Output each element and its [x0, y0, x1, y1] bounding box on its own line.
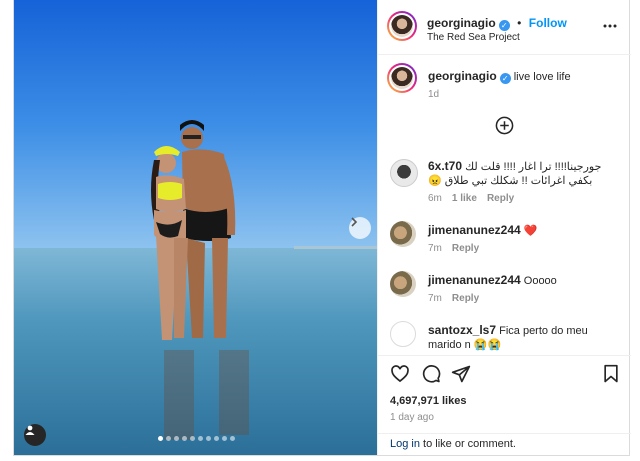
carousel-dot	[166, 436, 171, 441]
login-prompt-text: to like or comment.	[419, 438, 516, 450]
caption-avatar[interactable]	[387, 63, 417, 93]
load-more-icon	[495, 116, 514, 135]
carousel-dots	[158, 436, 235, 441]
login-link[interactable]: Log in	[390, 438, 420, 450]
author-username[interactable]: georginagio	[427, 16, 496, 30]
commenter-avatar[interactable]	[390, 221, 416, 247]
reply-button[interactable]: Reply	[452, 243, 479, 254]
carousel-dot	[158, 436, 163, 441]
post-dialog: georginagio ✓ • Follow The Red Sea Projec…	[13, 0, 631, 456]
carousel-dot	[190, 436, 195, 441]
comment-username[interactable]: santozx_ls7	[428, 323, 496, 337]
likes-count[interactable]: 4,697,971 likes	[390, 395, 466, 407]
post-photo[interactable]	[14, 0, 377, 455]
comment-icon	[422, 365, 441, 383]
carousel-next-button[interactable]	[349, 217, 371, 239]
heart-icon	[391, 365, 409, 383]
comment-row: jimenanunez244 ❤️ 7m Reply	[378, 221, 631, 257]
comment-row: santozx_ls7 Fica perto do meu marido n 😭…	[378, 321, 631, 355]
comment-text: ❤️	[523, 225, 538, 237]
carousel-dot	[214, 436, 219, 441]
verified-icon: ✓	[498, 20, 510, 31]
caption-row: georginagio ✓ live love life 1d	[378, 63, 631, 103]
post-timestamp: 1 day ago	[390, 412, 434, 423]
comment-age: 7m	[428, 243, 442, 254]
comment-username[interactable]: 6x.t70	[428, 159, 462, 173]
carousel-dot	[198, 436, 203, 441]
commenter-avatar[interactable]	[390, 159, 418, 187]
comment-button[interactable]	[421, 364, 441, 389]
comments-list: georginagio ✓ live love life 1d 6x.t70 جو…	[378, 55, 631, 355]
carousel-dot	[206, 436, 211, 441]
beach-photo-illustration	[14, 0, 377, 455]
next-arrow-icon	[351, 217, 358, 227]
user-tag-icon	[25, 425, 35, 435]
caption-text: live love life	[513, 71, 571, 83]
verified-icon: ✓	[499, 73, 511, 84]
save-button[interactable]	[602, 364, 620, 389]
post-location[interactable]: The Red Sea Project	[427, 32, 520, 43]
commenter-avatar[interactable]	[390, 271, 416, 297]
carousel-dot	[230, 436, 235, 441]
user-tag-button[interactable]	[24, 424, 46, 446]
comment-age: 7m	[428, 293, 442, 304]
login-prompt: Log in to like or comment.	[378, 433, 631, 455]
caption-username[interactable]: georginagio	[428, 69, 497, 83]
comment-row: 6x.t70 جورجينا!!!! ترا اغار !!!! قلت لك …	[378, 159, 631, 209]
save-icon	[604, 364, 618, 383]
more-icon	[603, 24, 617, 28]
comment-text: Ooooo	[523, 275, 557, 287]
load-more-comments-button[interactable]	[495, 116, 514, 140]
reply-button[interactable]: Reply	[487, 193, 514, 204]
comment-username[interactable]: jimenanunez244	[428, 223, 521, 237]
comment-row: jimenanunez244 Ooooo 7m Reply	[378, 271, 631, 307]
commenter-avatar[interactable]	[390, 321, 416, 347]
carousel-dot	[174, 436, 179, 441]
reply-button[interactable]: Reply	[452, 293, 479, 304]
more-options-button[interactable]	[602, 18, 618, 39]
post-actions: 4,697,971 likes 1 day ago	[378, 355, 631, 433]
comment-likes[interactable]: 1 like	[452, 193, 477, 204]
comment-username[interactable]: jimenanunez244	[428, 273, 521, 287]
share-button[interactable]	[451, 364, 471, 389]
follow-button[interactable]: Follow	[529, 16, 567, 30]
author-avatar[interactable]	[387, 11, 417, 41]
share-icon	[451, 365, 471, 383]
separator-dot: •	[517, 16, 522, 30]
carousel-dot	[222, 436, 227, 441]
carousel-dot	[182, 436, 187, 441]
caption-age: 1d	[428, 89, 440, 100]
post-header: georginagio ✓ • Follow The Red Sea Projec…	[378, 0, 631, 55]
comment-age: 6m	[428, 193, 442, 204]
like-button[interactable]	[390, 364, 410, 389]
post-side-panel: georginagio ✓ • Follow The Red Sea Projec…	[377, 0, 631, 455]
